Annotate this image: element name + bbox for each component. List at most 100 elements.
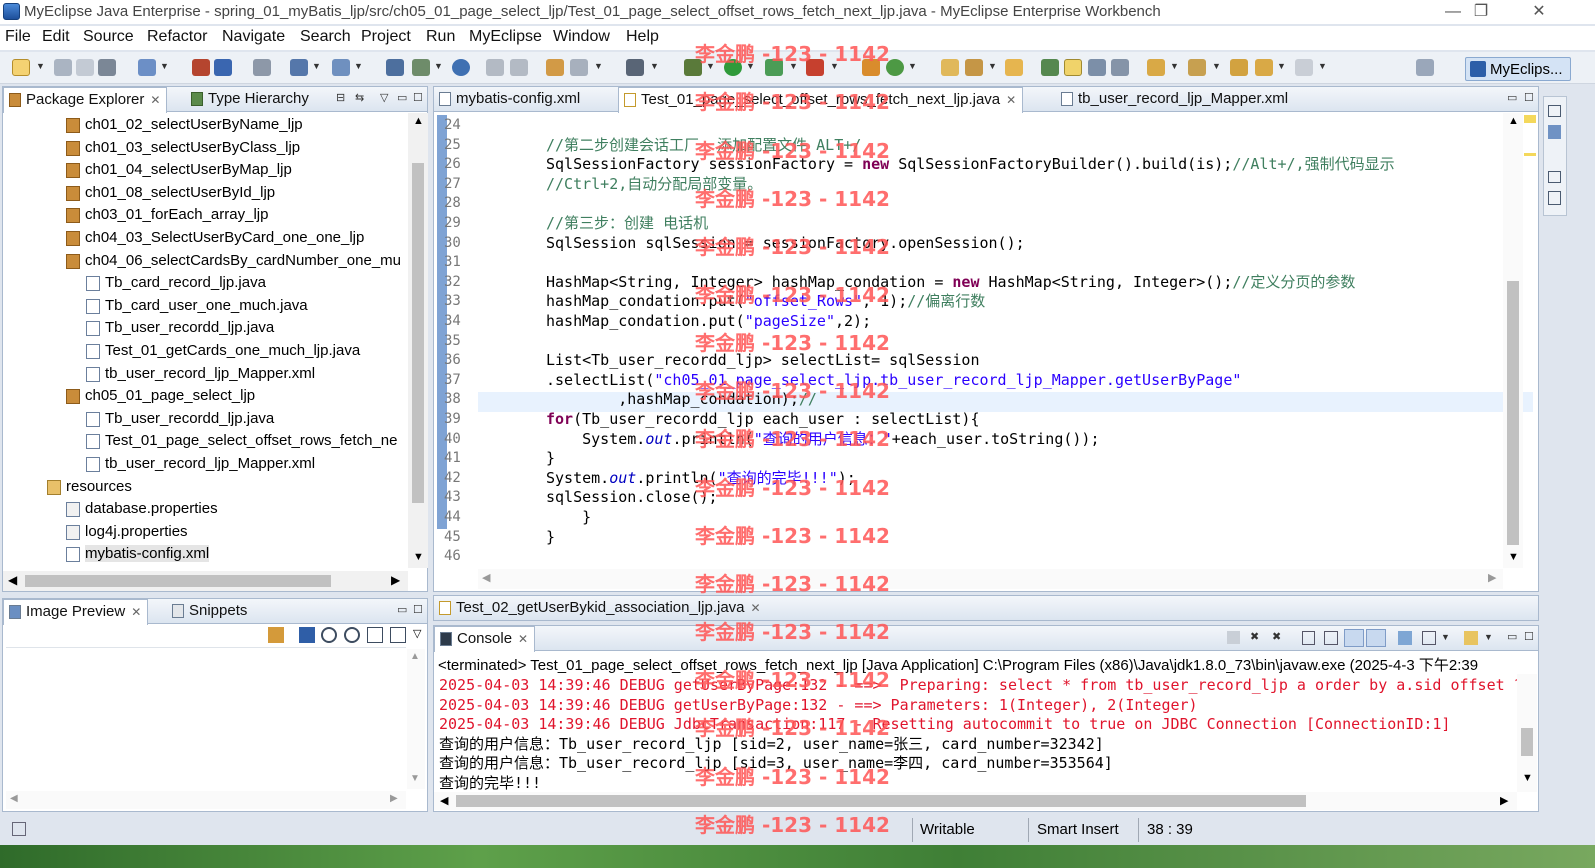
view-menu-icon[interactable]: ▽ bbox=[380, 91, 388, 104]
maximize-view-icon[interactable]: ☐ bbox=[413, 91, 423, 104]
myeclipse-perspective-button[interactable]: MyEclips... bbox=[1465, 57, 1571, 81]
pin-console-icon[interactable] bbox=[1398, 631, 1412, 645]
scroll-left-icon[interactable]: ◀ bbox=[440, 794, 448, 807]
tree-horizontal-scrollbar[interactable]: ◀ ▶ bbox=[3, 571, 408, 591]
menu-myeclipse[interactable]: MyEclipse bbox=[469, 28, 542, 46]
block-selection-icon[interactable] bbox=[1088, 59, 1106, 76]
zoom-fit-icon[interactable] bbox=[299, 627, 315, 643]
next-annotation-icon[interactable] bbox=[1147, 59, 1165, 76]
editor-horizontal-scrollbar[interactable]: ◀ ▶ bbox=[478, 569, 1503, 589]
scroll-down-icon[interactable]: ▼ bbox=[413, 551, 424, 563]
menu-run[interactable]: Run bbox=[426, 28, 455, 46]
chevron-down-icon[interactable]: ▼ bbox=[312, 61, 321, 71]
tree-vertical-scrollbar[interactable]: ▲ ▼ bbox=[408, 113, 428, 568]
code-line[interactable]: sqlSession.close(); bbox=[546, 487, 718, 507]
chevron-down-icon[interactable]: ▼ bbox=[434, 61, 443, 71]
outline-icon[interactable] bbox=[1548, 125, 1561, 139]
preview-vertical-scrollbar[interactable]: ▲ ▼ bbox=[407, 649, 425, 789]
scroll-left-icon[interactable]: ◀ bbox=[10, 793, 18, 804]
minimize-view-icon[interactable]: ▭ bbox=[397, 91, 407, 104]
close-icon[interactable]: ✕ bbox=[518, 632, 528, 646]
chevron-down-icon[interactable]: ▼ bbox=[1318, 61, 1327, 71]
console-horizontal-scrollbar[interactable]: ◀ ▶ bbox=[434, 792, 1517, 810]
open-type-icon[interactable] bbox=[546, 59, 564, 76]
restore-button[interactable]: ❐ bbox=[1466, 2, 1496, 22]
run-tools-icon[interactable] bbox=[765, 59, 783, 76]
refresh-icon[interactable] bbox=[268, 627, 284, 643]
menu-source[interactable]: Source bbox=[83, 28, 134, 46]
back-icon[interactable] bbox=[1255, 59, 1273, 76]
back-history-icon[interactable] bbox=[486, 59, 504, 76]
chevron-down-icon[interactable]: ▼ bbox=[1277, 61, 1286, 71]
menu-help[interactable]: Help bbox=[626, 28, 659, 46]
minimize-view-icon[interactable]: ▭ bbox=[1507, 630, 1517, 643]
menu-navigate[interactable]: Navigate bbox=[222, 28, 285, 46]
scroll-lock-icon[interactable] bbox=[1324, 631, 1338, 645]
scroll-left-icon[interactable]: ◀ bbox=[8, 573, 17, 587]
minimize-button[interactable]: — bbox=[1438, 2, 1468, 22]
close-icon[interactable]: ✕ bbox=[131, 605, 141, 619]
maximize-view-icon[interactable]: ☐ bbox=[1524, 630, 1534, 643]
deploy-icon[interactable] bbox=[192, 59, 210, 76]
tab-snippets[interactable]: Snippets bbox=[167, 599, 253, 624]
close-window-button[interactable]: ✕ bbox=[1524, 2, 1554, 22]
maximize-view-icon[interactable]: ☐ bbox=[413, 603, 423, 616]
print-icon[interactable] bbox=[98, 59, 116, 76]
scroll-right-icon[interactable]: ▶ bbox=[391, 573, 400, 587]
chevron-down-icon[interactable]: ▼ bbox=[160, 61, 169, 71]
remove-launch-icon[interactable]: ✖ bbox=[1250, 630, 1259, 643]
chevron-down-icon[interactable]: ▼ bbox=[1484, 632, 1493, 642]
minimize-view-icon[interactable]: ▭ bbox=[1507, 91, 1517, 104]
scroll-up-icon[interactable]: ▲ bbox=[410, 651, 420, 662]
clear-console-icon[interactable] bbox=[1302, 631, 1315, 645]
menu-edit[interactable]: Edit bbox=[42, 28, 70, 46]
code-line[interactable]: } bbox=[546, 527, 555, 547]
code-line[interactable]: hashMap_condation.put("offset_Rows", 1);… bbox=[546, 291, 985, 311]
view-menu-icon[interactable]: ▽ bbox=[413, 627, 421, 640]
forward-history-icon[interactable] bbox=[510, 59, 528, 76]
open-console-icon[interactable] bbox=[1464, 631, 1478, 645]
tab-mapper-xml[interactable]: tb_user_record_ljp_Mapper.xml bbox=[1056, 87, 1294, 112]
show-on-error-icon[interactable] bbox=[1366, 629, 1386, 647]
scroll-right-icon[interactable]: ▶ bbox=[1500, 794, 1508, 807]
code-area[interactable]: 24 25 //第二步创建会话工厂 添加配置文件 ALT+/ 26 SqlSession… bbox=[434, 113, 1504, 568]
code-line[interactable]: //第三步：创建 电话机 bbox=[546, 213, 708, 233]
scroll-right-icon[interactable]: ▶ bbox=[1488, 571, 1496, 584]
preview-horizontal-scrollbar[interactable]: ◀ ▶ bbox=[6, 791, 406, 809]
zoom-out-icon[interactable] bbox=[321, 627, 337, 643]
zoom-100-icon[interactable] bbox=[367, 627, 383, 643]
terminate-icon[interactable] bbox=[1227, 631, 1240, 644]
link-editor-icon[interactable]: ⇆ bbox=[355, 91, 364, 104]
code-line[interactable]: .selectList("ch05_01_page_select_ljp.tb_… bbox=[546, 370, 1241, 390]
scroll-up-icon[interactable]: ▲ bbox=[413, 115, 424, 127]
browser-icon[interactable] bbox=[452, 59, 470, 76]
tab-type-hierarchy[interactable]: Type Hierarchy bbox=[186, 87, 315, 112]
scroll-down-icon[interactable]: ▼ bbox=[1522, 772, 1533, 784]
editor-vertical-scrollbar[interactable]: ▲ ▼ bbox=[1503, 113, 1523, 568]
screenshot-icon[interactable] bbox=[626, 59, 644, 76]
code-line[interactable]: ,hashMap_condation);// bbox=[546, 389, 817, 409]
warning-marker[interactable] bbox=[1524, 115, 1536, 123]
save-all-icon[interactable] bbox=[76, 59, 94, 76]
scroll-right-icon[interactable]: ▶ bbox=[390, 793, 398, 804]
display-console-icon[interactable] bbox=[1422, 631, 1436, 645]
new-java-project-icon[interactable] bbox=[386, 59, 404, 76]
run-icon[interactable] bbox=[724, 59, 742, 76]
menu-refactor[interactable]: Refactor bbox=[147, 28, 207, 46]
close-icon[interactable]: ✕ bbox=[1006, 93, 1016, 107]
console-vertical-scrollbar[interactable]: ▼ bbox=[1517, 674, 1537, 792]
chevron-down-icon[interactable]: ▼ bbox=[988, 61, 997, 71]
new-web-project-icon[interactable] bbox=[290, 59, 308, 76]
code-line[interactable]: HashMap<String, Integer> hashMap_condati… bbox=[546, 272, 1355, 292]
code-line[interactable]: SqlSessionFactory sessionFactory = new S… bbox=[546, 154, 1395, 174]
code-line[interactable]: //Ctrl+2,自动分配局部变量。 bbox=[546, 174, 762, 194]
close-icon[interactable]: ✕ bbox=[751, 601, 761, 615]
chevron-down-icon[interactable]: ▼ bbox=[789, 61, 798, 71]
open-file-icon[interactable] bbox=[1005, 59, 1023, 76]
scroll-up-icon[interactable]: ▲ bbox=[1508, 115, 1519, 127]
close-icon[interactable]: ✕ bbox=[150, 93, 160, 107]
manage-deployments-icon[interactable] bbox=[214, 59, 232, 76]
chevron-down-icon[interactable]: ▼ bbox=[908, 61, 917, 71]
forward-icon[interactable] bbox=[1295, 59, 1313, 76]
new-package-icon[interactable] bbox=[412, 59, 430, 76]
